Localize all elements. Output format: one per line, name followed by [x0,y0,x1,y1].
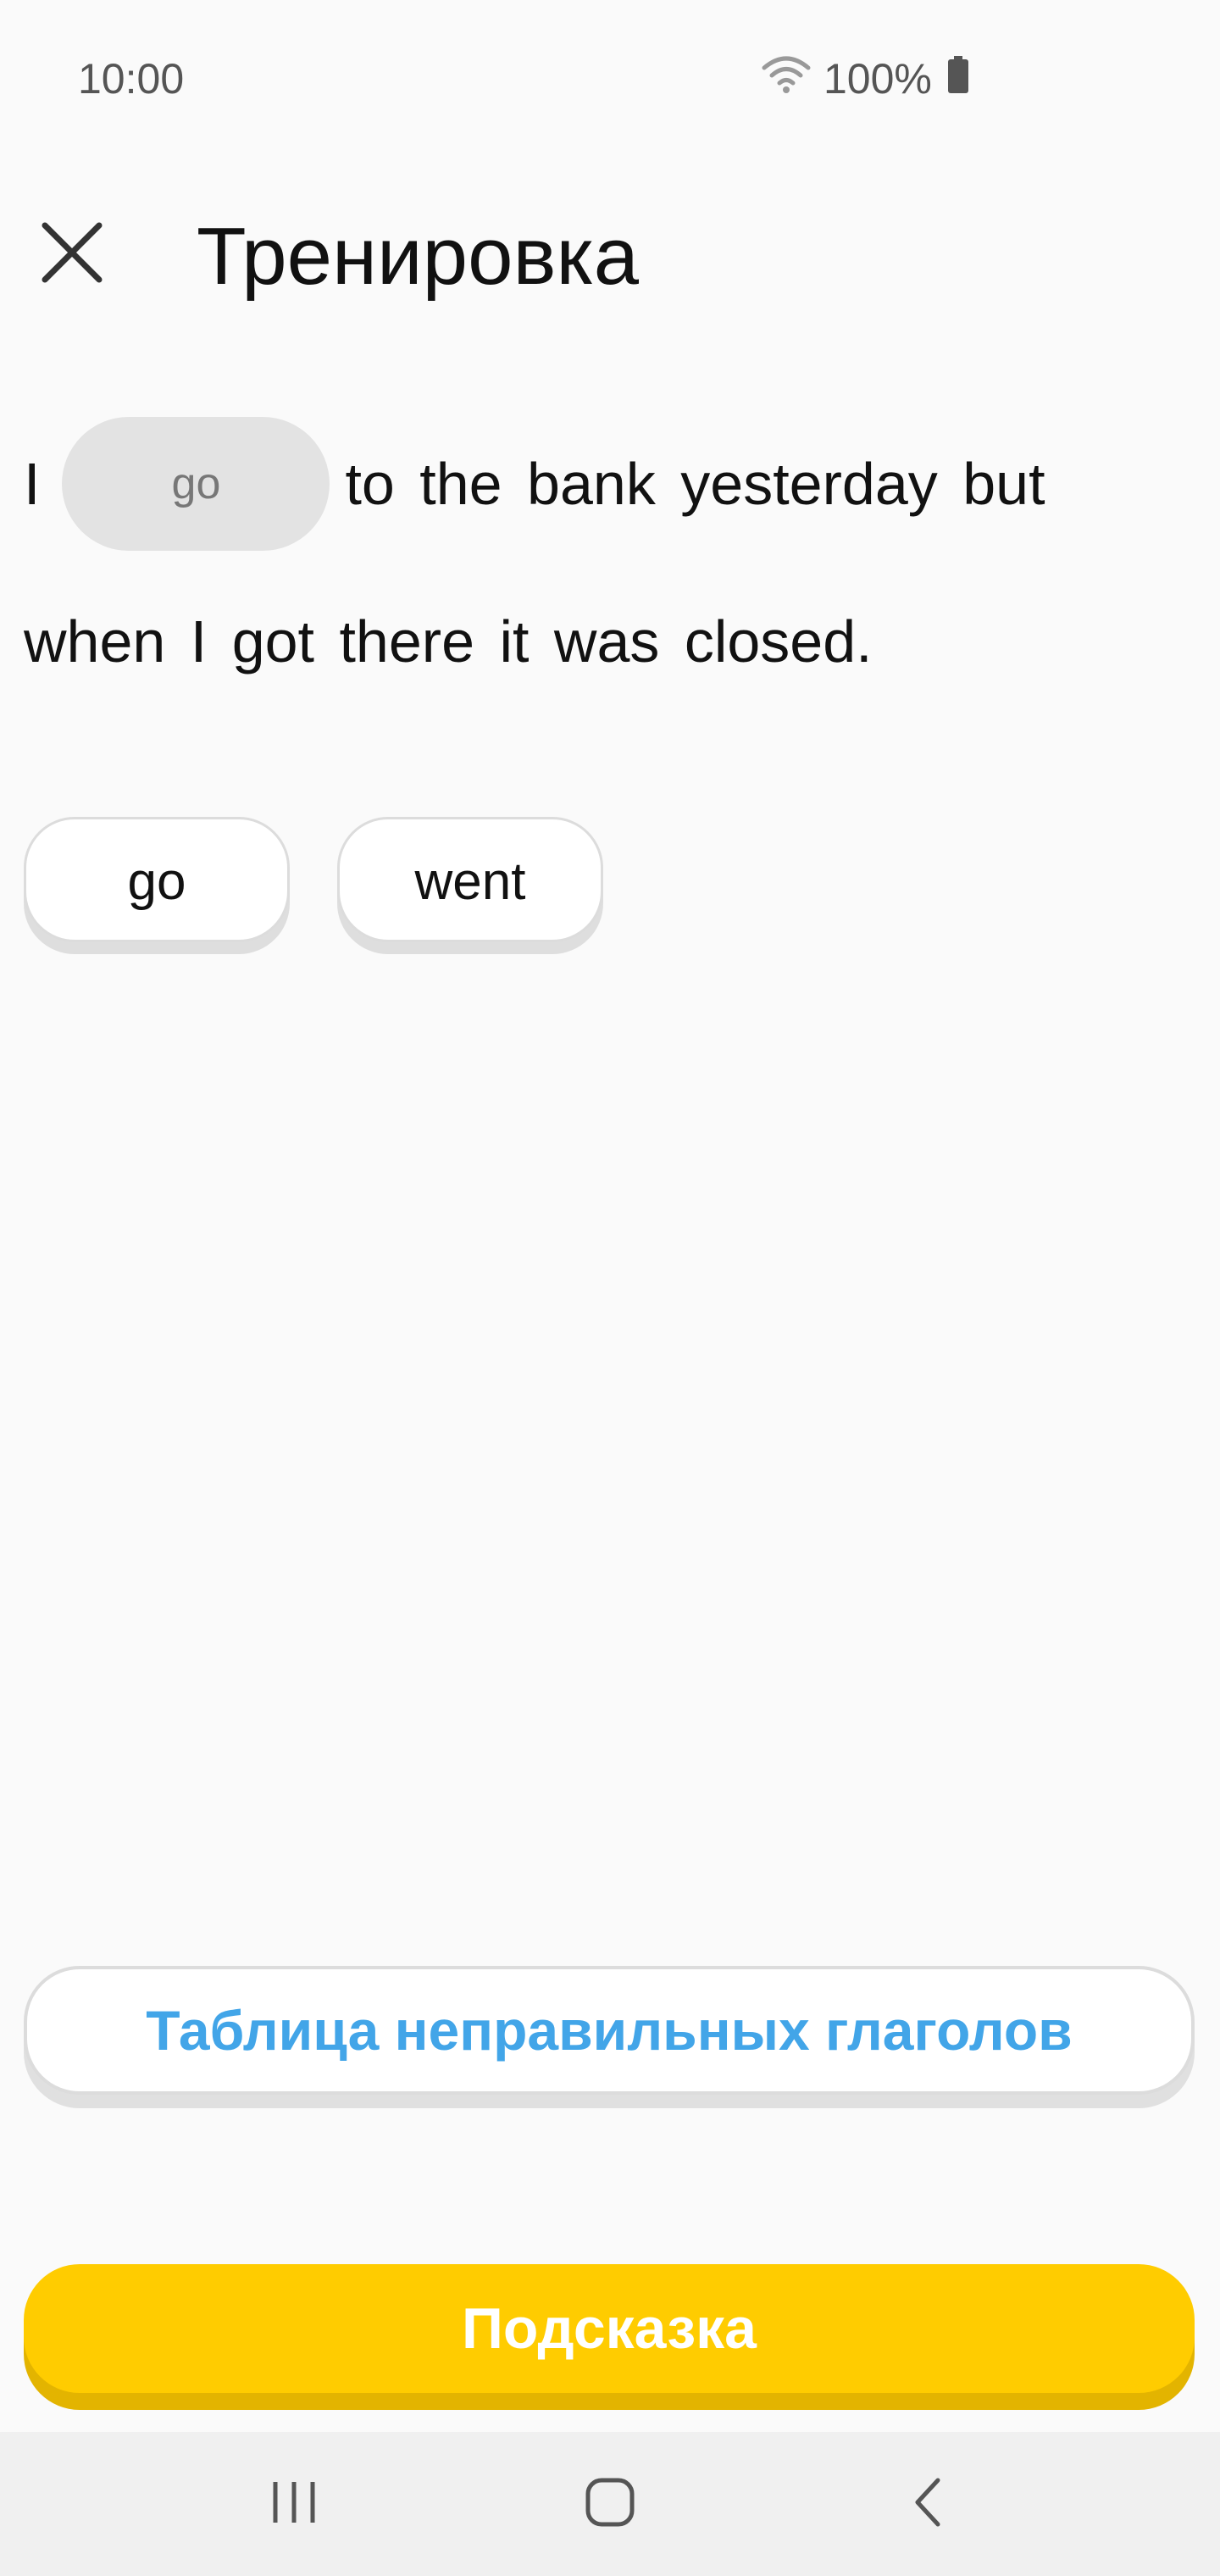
irregular-verbs-table-button[interactable]: Таблица неправильных глаголов [24,1966,1195,2095]
home-button[interactable] [563,2466,657,2542]
hint-button[interactable]: Подсказка [24,2264,1195,2393]
sentence-text-after-blank: to the bank yesterday but [345,451,1045,517]
status-time: 10:00 [78,55,185,103]
answer-blank[interactable]: go [62,416,330,551]
battery-icon [946,54,970,95]
battery-percentage: 100% [824,55,932,103]
recents-button[interactable] [247,2466,341,2542]
sentence-line-2: when I got there it was closed. [24,608,873,675]
back-icon [911,2477,945,2532]
back-button[interactable] [881,2466,974,2542]
wifi-icon [761,54,812,95]
option-chip-went[interactable]: went [337,817,603,942]
exercise-sentence: Igo to the bank yesterday but when I got … [24,405,1193,720]
status-bar: 10:00 100% [0,0,1220,153]
close-button[interactable] [34,216,110,292]
sentence-line-1: Igo to the bank yesterday but [24,405,1193,563]
training-screen: 10:00 100% Тренировка Igo to the bank ye… [0,0,1220,2576]
recents-icon [269,2479,319,2530]
option-chip-go[interactable]: go [24,817,290,942]
sentence-word-before-blank: I [24,451,41,517]
close-icon [40,220,104,289]
navigation-bar [0,2432,1220,2576]
page-title: Тренировка [197,211,639,302]
home-icon [585,2477,635,2532]
